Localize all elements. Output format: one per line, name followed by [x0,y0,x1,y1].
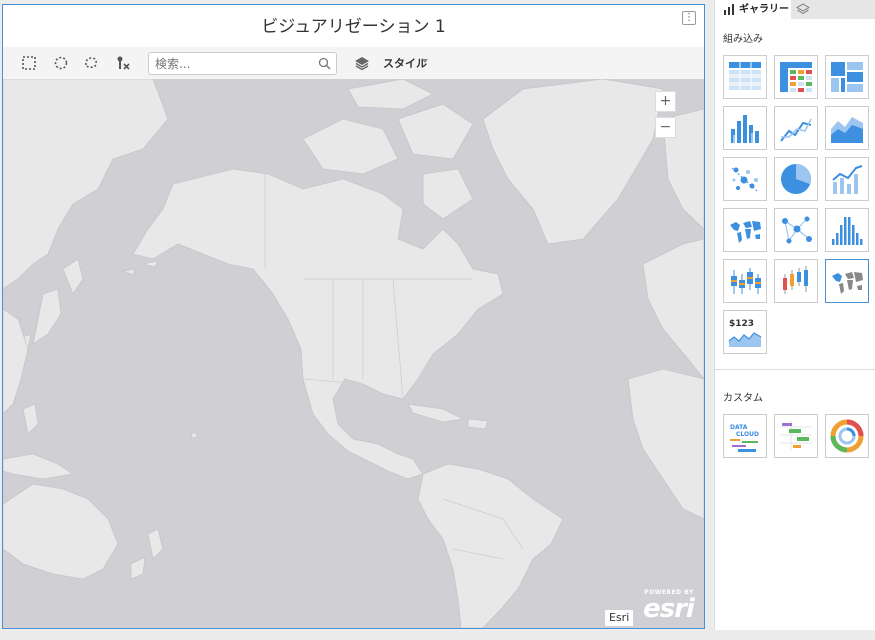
more-options-button[interactable]: ⋮ [682,11,696,25]
data-cloud-word-2: CLOUD [736,431,759,438]
bar-chart-icon [731,115,759,143]
scatter-plot-icon [731,167,759,193]
area-chart-icon [831,117,863,143]
gallery-panel: ギャラリー 組み込み $123 カスタム DATA CLOUD [714,0,875,630]
combination-chart-icon [832,165,863,194]
gallery-tile-kpi[interactable]: $123 [723,310,767,354]
world-basemap [3,79,704,628]
gallery-tile-data-cloud[interactable]: DATA CLOUD [723,414,767,458]
map-selected-icon [832,272,863,294]
builtin-section-label: 組み込み [723,34,763,45]
clear-selection-icon[interactable] [115,55,131,71]
gallery-tile-area-chart[interactable] [825,106,869,150]
data-cloud-icon: DATA CLOUD [730,424,759,452]
gallery-tabs: ギャラリー [715,0,875,19]
gallery-tile-histogram[interactable] [825,208,869,252]
pie-chart-icon [781,164,811,194]
map-attribution[interactable]: Esri [605,610,634,626]
gallery-tile-line-chart[interactable] [774,106,818,150]
rectangle-select-icon[interactable] [21,55,37,71]
gallery-tile-crosstab[interactable] [774,55,818,99]
circle-select-icon[interactable] [53,55,69,71]
gallery-tile-map-selected[interactable] [825,259,869,303]
gallery-tile-pie-chart[interactable] [774,157,818,201]
crosstab-icon [780,62,812,92]
visualization-title[interactable]: ビジュアリゼーション 1 [3,5,704,47]
gallery-tile-bar-chart[interactable] [723,106,767,150]
tab-gallery[interactable]: ギャラリー [715,0,791,19]
box-plot-icon [731,268,761,294]
tab-layers[interactable] [791,0,815,19]
layers-icon [796,3,810,15]
gallery-divider [715,369,875,370]
map-toolbar: スタイル [3,47,704,79]
zoom-out-button[interactable]: − [655,117,676,138]
lasso-select-icon[interactable] [83,55,99,71]
layers-icon[interactable] [354,55,370,71]
sunburst-icon [830,419,864,453]
gallery-tile-candlestick[interactable] [774,259,818,303]
tab-gallery-label: ギャラリー [739,4,789,15]
bar-chart-icon [724,4,734,15]
gallery-tile-treemap[interactable] [825,55,869,99]
search-icon[interactable] [318,57,331,70]
gallery-tile-scatter-plot[interactable] [723,157,767,201]
gallery-tile-map[interactable] [723,208,767,252]
esri-logo: POWERED BY esri [640,589,698,625]
candlestick-icon [783,266,808,294]
data-cloud-word-1: DATA [730,424,748,431]
gallery-tile-gantt[interactable] [774,414,818,458]
gallery-tile-table[interactable] [723,55,767,99]
kpi-icon-text: $123 [729,319,754,329]
treemap-icon [831,62,863,92]
custom-section-label: カスタム [723,393,763,404]
network-icon [782,216,812,244]
visualization-panel: ビジュアリゼーション 1 ⋮ スタイル [2,4,705,629]
gallery-tile-combination-chart[interactable] [825,157,869,201]
gantt-icon [780,421,812,451]
chevron-down-icon[interactable] [421,57,429,65]
gallery-tile-network[interactable] [774,208,818,252]
gallery-tile-box-plot[interactable] [723,259,767,303]
map-icon [730,221,761,243]
histogram-icon [832,217,863,245]
search-box [148,52,337,75]
esri-wordmark: esri [643,594,695,624]
search-input[interactable] [149,53,309,74]
map-canvas[interactable]: + − POWERED BY esri Esri [3,79,704,628]
line-chart-icon [780,118,812,142]
zoom-in-button[interactable]: + [655,91,676,112]
kpi-icon: $123 [728,319,762,347]
table-icon [729,62,761,90]
gallery-tile-sunburst[interactable] [825,414,869,458]
